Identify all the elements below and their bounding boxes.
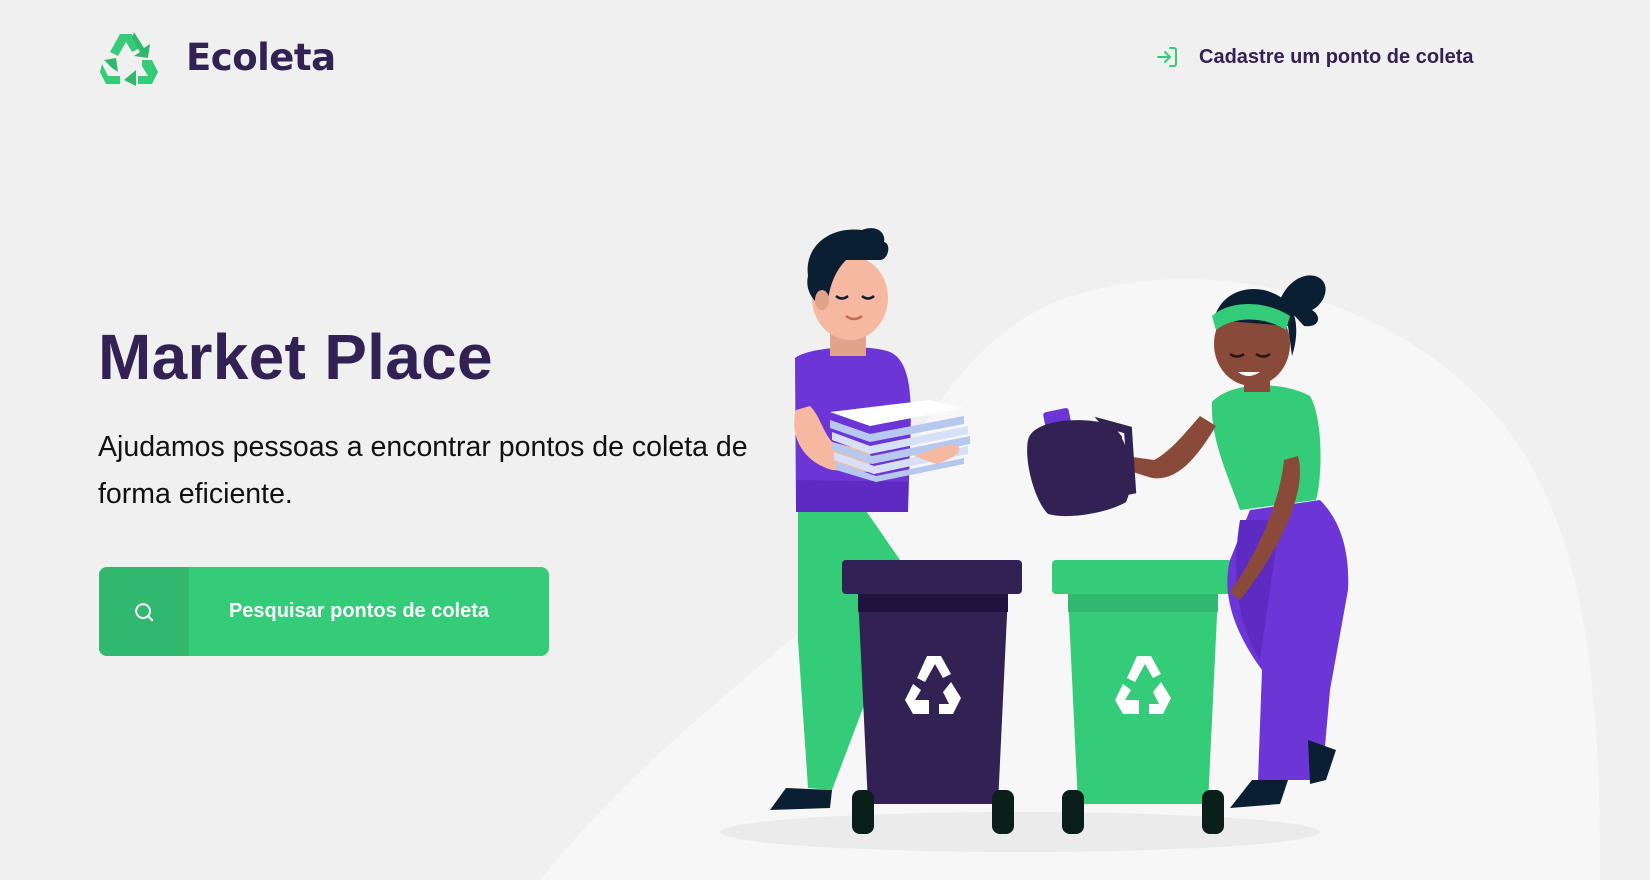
green-recycling-bin	[1052, 560, 1232, 834]
logo[interactable]: Ecoleta	[98, 28, 338, 88]
recycle-logo-icon	[100, 32, 158, 86]
recycling-people-illustration	[540, 228, 1600, 880]
log-in-icon	[1157, 47, 1177, 67]
search-points-label: Pesquisar pontos de coleta	[228, 600, 490, 622]
register-point-label: Cadastre um ponto de coleta	[1199, 45, 1474, 68]
search-points-button[interactable]: Pesquisar pontos de coleta	[99, 567, 549, 656]
dark-recycling-bin	[842, 560, 1022, 834]
page-title: Market Place	[98, 321, 493, 393]
register-point-link[interactable]: Cadastre um ponto de coleta	[1155, 45, 1474, 69]
logo-text: Ecoleta	[186, 36, 336, 79]
page: Ecoleta Cadastre um ponto de coleta Mark…	[0, 0, 1650, 880]
header: Ecoleta Cadastre um ponto de coleta	[98, 28, 1650, 88]
search-icon	[99, 567, 189, 656]
